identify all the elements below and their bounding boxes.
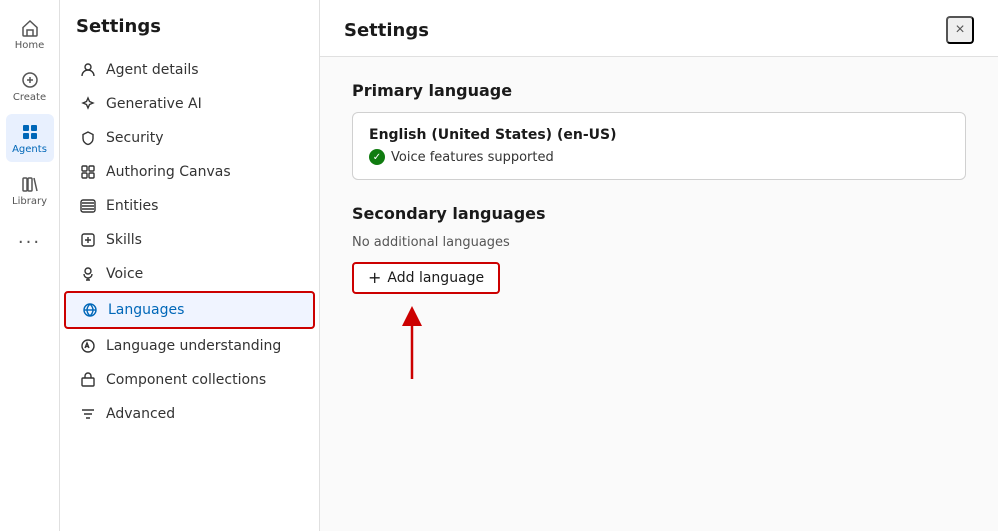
close-button[interactable]: ×: [946, 16, 974, 44]
sidebar: Settings Agent details Generative AI Sec…: [60, 0, 320, 531]
component-collections-icon: [80, 372, 96, 388]
no-additional-languages: No additional languages: [352, 235, 966, 250]
sidebar-item-component-collections[interactable]: Component collections: [64, 363, 315, 397]
secondary-languages-title: Secondary languages: [352, 204, 966, 223]
security-icon: [80, 130, 96, 146]
plus-icon: +: [368, 270, 381, 286]
sidebar-item-language-understanding-label: Language understanding: [106, 338, 281, 354]
check-icon: ✓: [369, 149, 385, 165]
nav-item-library-label: Library: [12, 196, 47, 207]
sidebar-item-agent-details[interactable]: Agent details: [64, 53, 315, 87]
sidebar-item-voice[interactable]: Voice: [64, 257, 315, 291]
main-title: Settings: [344, 20, 429, 41]
languages-icon: [82, 302, 98, 318]
voice-supported: ✓ Voice features supported: [369, 149, 949, 165]
sidebar-item-languages[interactable]: Languages: [64, 291, 315, 329]
secondary-languages-section: Secondary languages No additional langua…: [352, 204, 966, 294]
nav-item-more[interactable]: ···: [6, 218, 54, 266]
lang-name: English (United States) (en-US): [369, 127, 949, 143]
library-icon: [20, 174, 40, 194]
annotation-arrow: [372, 304, 452, 384]
nav-item-home[interactable]: Home: [6, 10, 54, 58]
agent-details-icon: [80, 62, 96, 78]
sidebar-item-skills-label: Skills: [106, 232, 142, 248]
authoring-canvas-icon: [80, 164, 96, 180]
home-icon: [20, 18, 40, 38]
sidebar-item-entities[interactable]: Entities: [64, 189, 315, 223]
sidebar-item-authoring-canvas-label: Authoring Canvas: [106, 164, 231, 180]
add-language-button[interactable]: + Add language: [352, 262, 500, 294]
primary-language-section: Primary language English (United States)…: [352, 81, 966, 180]
sidebar-item-security[interactable]: Security: [64, 121, 315, 155]
content-area: Primary language English (United States)…: [320, 57, 998, 318]
generative-ai-icon: [80, 96, 96, 112]
sidebar-title: Settings: [60, 16, 319, 53]
main-content: Settings × Primary language English (Uni…: [320, 0, 998, 531]
sidebar-item-agent-details-label: Agent details: [106, 62, 199, 78]
sidebar-item-skills[interactable]: Skills: [64, 223, 315, 257]
sidebar-item-languages-label: Languages: [108, 302, 184, 318]
agents-icon: [20, 122, 40, 142]
nav-item-library[interactable]: Library: [6, 166, 54, 214]
entities-icon: [80, 198, 96, 214]
sidebar-item-advanced[interactable]: Advanced: [64, 397, 315, 431]
sidebar-item-generative-ai-label: Generative AI: [106, 96, 202, 112]
nav-item-home-label: Home: [15, 40, 45, 51]
nav-item-agents-label: Agents: [12, 144, 47, 155]
skills-icon: [80, 232, 96, 248]
sidebar-item-security-label: Security: [106, 130, 164, 146]
sidebar-item-generative-ai[interactable]: Generative AI: [64, 87, 315, 121]
main-header: Settings ×: [320, 0, 998, 57]
primary-language-title: Primary language: [352, 81, 966, 100]
voice-icon: [80, 266, 96, 282]
nav-item-create-label: Create: [13, 92, 46, 103]
sidebar-item-language-understanding[interactable]: Language understanding: [64, 329, 315, 363]
advanced-icon: [80, 406, 96, 422]
more-icon: ···: [18, 232, 41, 253]
primary-language-card: English (United States) (en-US) ✓ Voice …: [352, 112, 966, 180]
sidebar-item-advanced-label: Advanced: [106, 406, 175, 422]
language-understanding-icon: [80, 338, 96, 354]
nav-bar: Home Create Agents Library ···: [0, 0, 60, 531]
sidebar-item-authoring-canvas[interactable]: Authoring Canvas: [64, 155, 315, 189]
add-language-label: Add language: [387, 270, 484, 286]
sidebar-item-voice-label: Voice: [106, 266, 143, 282]
create-icon: [20, 70, 40, 90]
sidebar-item-component-collections-label: Component collections: [106, 372, 266, 388]
sidebar-item-entities-label: Entities: [106, 198, 158, 214]
voice-label: Voice features supported: [391, 150, 554, 165]
nav-item-agents[interactable]: Agents: [6, 114, 54, 162]
nav-item-create[interactable]: Create: [6, 62, 54, 110]
